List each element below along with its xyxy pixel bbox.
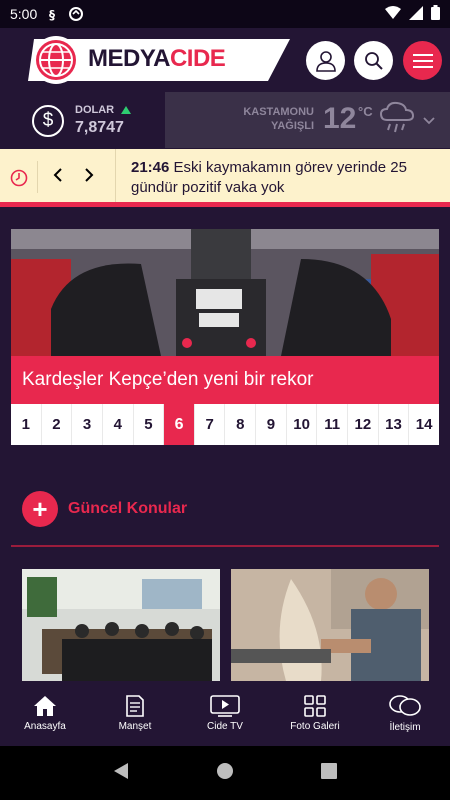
sync-notification-icon xyxy=(69,7,84,21)
chat-icon xyxy=(389,695,421,716)
search-button[interactable] xyxy=(354,41,393,80)
brand-name-suffix: CIDE xyxy=(169,45,226,72)
tv-icon xyxy=(210,695,240,717)
search-icon xyxy=(364,51,383,70)
home-circle-icon xyxy=(216,762,233,779)
brand-logo[interactable]: MEDYACIDE xyxy=(28,34,290,86)
slider-page-button[interactable]: 1 xyxy=(11,404,42,445)
ticker-divider xyxy=(115,149,116,202)
headline-slider: Kardeşler Kepçe’den yeni bir rekor 12345… xyxy=(11,229,439,445)
nav-gallery[interactable]: Foto Galeri xyxy=(270,681,360,746)
weather-city: KASTAMONU xyxy=(243,106,314,118)
status-bar: 5:00 § xyxy=(0,0,450,28)
chevron-down-icon[interactable] xyxy=(423,112,435,130)
user-button[interactable] xyxy=(306,41,345,80)
slider-page-button[interactable]: 8 xyxy=(225,404,257,445)
dollar-icon: $ xyxy=(32,105,64,137)
nav-home-label: Anasayfa xyxy=(24,721,66,732)
home-button[interactable] xyxy=(216,762,234,785)
currency-widget[interactable]: $ DOLAR 7,8747 xyxy=(0,92,165,148)
bottom-navigation: Anasayfa Manşet Cide TV Foto Galeri İlet… xyxy=(0,681,450,746)
weather-unit: °C xyxy=(358,104,373,119)
currency-value: 7,8747 xyxy=(75,119,124,136)
slider-page-button[interactable]: 14 xyxy=(409,404,439,445)
home-icon xyxy=(34,696,56,716)
signal-icon xyxy=(409,5,423,23)
ticker-time: 21:46 xyxy=(131,159,170,176)
app-notification-icon: § xyxy=(47,7,61,21)
trend-up-icon xyxy=(121,106,131,114)
news-card-image xyxy=(22,569,220,681)
weather-condition: YAĞIŞLI xyxy=(271,120,314,132)
weather-widget[interactable]: KASTAMONU YAĞIŞLI 12 °C xyxy=(165,92,450,148)
ticker-divider xyxy=(37,161,38,193)
slider-page-button[interactable]: 9 xyxy=(256,404,287,445)
slide-caption[interactable]: Kardeşler Kepçe’den yeni bir rekor xyxy=(11,356,439,404)
nav-headline-label: Manşet xyxy=(118,721,152,732)
ticker-next-button[interactable] xyxy=(84,167,94,188)
clock-icon xyxy=(0,149,37,207)
brand-name-prefix: MEDYA xyxy=(88,45,170,72)
slider-page-button[interactable]: 12 xyxy=(348,404,379,445)
recents-square-icon xyxy=(320,762,337,779)
slider-page-button[interactable]: 5 xyxy=(134,404,165,445)
gallery-icon xyxy=(304,695,326,717)
ticker-text: Eski kaymakamın görev yerinde 25 gündür … xyxy=(131,159,407,196)
chevron-right-icon xyxy=(85,168,94,182)
nav-contact[interactable]: İletişim xyxy=(360,681,450,746)
section-divider xyxy=(11,545,439,547)
slider-page-button[interactable]: 3 xyxy=(72,404,103,445)
recents-button[interactable] xyxy=(320,762,337,784)
nav-contact-label: İletişim xyxy=(389,722,421,733)
document-icon xyxy=(126,695,144,717)
slider-page-button[interactable]: 11 xyxy=(317,404,349,445)
slider-page-button[interactable]: 2 xyxy=(42,404,73,445)
news-card[interactable] xyxy=(22,569,220,681)
android-navigation-bar xyxy=(0,746,450,800)
slider-page-button[interactable]: 7 xyxy=(195,404,226,445)
slider-page-button[interactable]: 10 xyxy=(287,404,318,445)
ticker-prev-button[interactable] xyxy=(53,167,63,188)
nav-home[interactable]: Anasayfa xyxy=(0,681,90,746)
news-ticker: 21:46 Eski kaymakamın görev yerinde 25 g… xyxy=(0,149,450,207)
nav-tv-label: Cide TV xyxy=(207,721,243,732)
slider-page-button[interactable]: 4 xyxy=(103,404,134,445)
news-card[interactable] xyxy=(231,569,429,681)
status-time: 5:00 xyxy=(10,6,38,22)
slide-image[interactable] xyxy=(11,229,439,356)
app-header: MEDYACIDE xyxy=(0,28,450,92)
news-card-image xyxy=(231,569,429,681)
slider-page-button[interactable]: 6 xyxy=(164,404,195,445)
info-bar: $ DOLAR 7,8747 KASTAMONU YAĞIŞLI 12 °C xyxy=(0,92,450,148)
nav-gallery-label: Foto Galeri xyxy=(290,721,340,732)
slider-page-button[interactable]: 13 xyxy=(379,404,410,445)
plus-icon: + xyxy=(22,491,58,527)
user-icon xyxy=(315,50,336,72)
battery-icon xyxy=(431,5,440,23)
section-title: Güncel Konular xyxy=(68,500,188,517)
section-header[interactable]: + Güncel Konular xyxy=(22,491,187,527)
svg-text:§: § xyxy=(49,8,55,21)
weather-temperature: 12 xyxy=(323,102,357,135)
hamburger-icon xyxy=(412,53,433,68)
chevron-left-icon xyxy=(53,168,62,182)
slider-pagination: 1 2 3 4 5 6 7 8 9 10 11 12 13 14 xyxy=(11,404,439,445)
back-triangle-icon xyxy=(114,762,129,779)
menu-button[interactable] xyxy=(403,41,442,80)
nav-tv[interactable]: Cide TV xyxy=(180,681,270,746)
ticker-headline[interactable]: 21:46 Eski kaymakamın görev yerinde 25 g… xyxy=(131,158,431,198)
back-button[interactable] xyxy=(113,762,129,785)
nav-headline[interactable]: Manşet xyxy=(90,681,180,746)
currency-label: DOLAR xyxy=(75,104,115,116)
rain-cloud-icon xyxy=(379,100,415,139)
wifi-icon xyxy=(385,5,401,23)
